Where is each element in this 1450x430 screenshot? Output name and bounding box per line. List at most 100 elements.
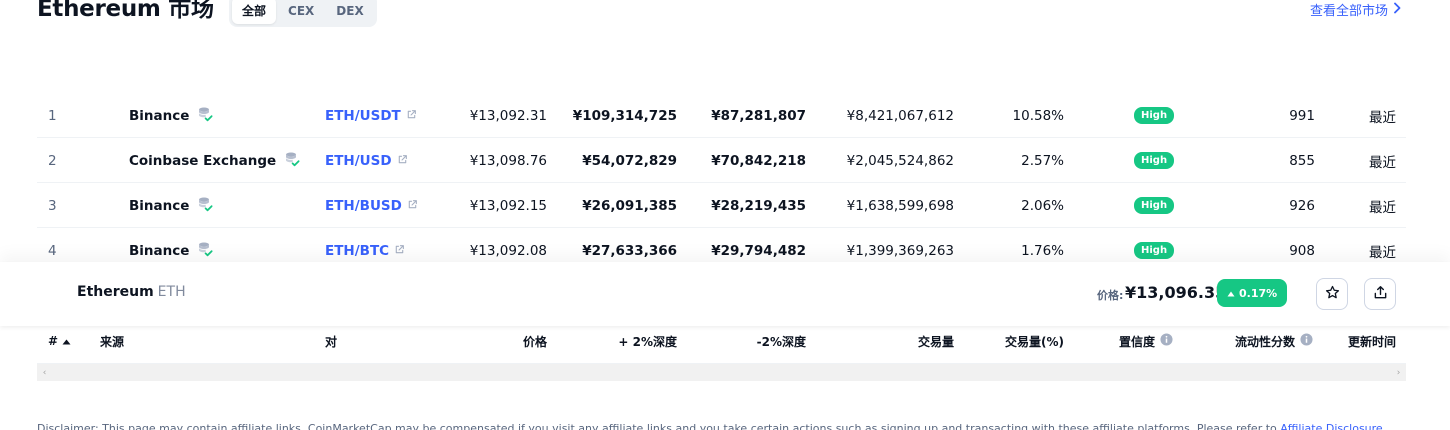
column-rank[interactable]: # [48,318,71,364]
external-link-icon [394,243,405,259]
markets-table-header: # 来源 对 价格 + 2%深度 -2%深度 交易量 交易量(%) 置信度 流动… [37,318,1406,364]
caret-up-icon [1227,287,1235,300]
volume-pct-cell: 10.58% [1012,107,1064,124]
share-button[interactable] [1364,278,1396,310]
pair-label: ETH/BTC [325,242,390,259]
disclaimer-text: Disclaimer: This page may contain affili… [37,422,1281,430]
column-rank-label: # [48,334,59,348]
coin-stack-verified-icon [284,151,300,171]
page-title: Ethereum 市场 [37,0,214,22]
info-icon[interactable] [1160,333,1173,349]
rank-cell: 1 [48,107,57,124]
tab-all[interactable]: 全部 [232,0,277,24]
coin-symbol: ETH [157,284,186,300]
rank-cell: 3 [48,197,57,214]
column-liquidity[interactable]: 流动性分数 [1235,318,1313,364]
price-label: 价格: [1097,289,1124,302]
external-link-icon [407,198,418,214]
table-row[interactable]: 2 Coinbase Exchange ETH/USD ¥13,098.76 ¥… [37,138,1406,183]
confidence-badge: High [1134,107,1175,124]
exchange-name: Coinbase Exchange [129,152,277,169]
market-type-tabs: 全部 CEX DEX [229,0,377,27]
volume-pct-cell: 2.06% [1021,197,1064,214]
sort-up-icon [62,334,71,348]
scroll-right-icon[interactable]: › [1391,364,1406,381]
confidence-cell: High [1134,93,1175,138]
column-depth-plus[interactable]: + 2%深度 [618,318,677,364]
column-confidence[interactable]: 置信度 [1119,318,1173,364]
source-cell[interactable]: Binance [129,93,213,138]
pair-label: ETH/BUSD [325,197,402,214]
column-volume-pct[interactable]: 交易量(%) [1005,318,1064,364]
confidence-cell: High [1134,138,1175,183]
source-cell[interactable]: Binance [129,183,213,228]
price-change-badge: 0.17% [1217,279,1288,307]
price-change-value: 0.17% [1239,286,1278,300]
watchlist-button[interactable] [1316,278,1348,310]
price-cell: ¥13,092.15 [469,197,547,214]
view-all-markets-link[interactable]: 查看全部市场 [1310,0,1402,19]
scroll-left-icon[interactable]: ‹ [37,364,52,381]
coin-stack-verified-icon [197,106,213,126]
pair-label: ETH/USDT [325,107,401,124]
rank-cell: 2 [48,152,57,169]
exchange-name: Binance [129,107,190,124]
price-cell: ¥13,092.31 [469,107,547,124]
pair-link[interactable]: ETH/USDT [325,93,417,138]
affiliate-disclosure-link[interactable]: Affiliate Disclosure [1280,422,1382,430]
column-liquidity-label: 流动性分数 [1234,334,1295,349]
liquidity-cell: 991 [1289,107,1315,124]
coin-stack-verified-icon [197,196,213,216]
table-horizontal-scrollbar[interactable]: ‹ › [37,364,1406,381]
source-cell[interactable]: Coinbase Exchange [129,138,300,183]
table-row[interactable]: 1 Binance ETH/USDT ¥13,092.31 ¥109,314,7… [37,93,1406,138]
column-depth-minus[interactable]: -2%深度 [757,318,806,364]
pair-link[interactable]: ETH/USD [325,138,408,183]
column-source[interactable]: 来源 [100,318,124,364]
updated-cell: 最近 [1369,154,1396,171]
depth-plus-cell: ¥109,314,725 [572,107,677,124]
pair-label: ETH/USD [325,152,392,169]
volume-cell: ¥2,045,524,862 [846,152,954,169]
column-price[interactable]: 价格 [523,318,547,364]
liquidity-cell: 926 [1289,197,1315,214]
updated-cell: 最近 [1369,199,1396,216]
chevron-right-icon [1392,2,1402,18]
tab-cex[interactable]: CEX [278,0,324,24]
coin-name: Ethereum [77,284,154,300]
depth-plus-cell: ¥54,072,829 [582,152,677,169]
confidence-badge: High [1134,152,1175,169]
volume-cell: ¥8,421,067,612 [846,107,954,124]
updated-cell: 最近 [1369,109,1396,126]
disclaimer: Disclaimer: This page may contain affili… [37,422,1383,430]
share-icon [1373,285,1388,304]
coin-stack-verified-icon [197,241,213,261]
coin-name-block: Ethereum ETH [77,284,186,300]
column-updated[interactable]: 更新时间 [1348,318,1396,364]
volume-pct-cell: 2.57% [1021,152,1064,169]
depth-minus-cell: ¥70,842,218 [711,152,806,169]
view-all-label: 查看全部市场 [1309,4,1388,19]
price-cell: ¥13,098.76 [469,152,547,169]
sticky-coin-bar: Ethereum ETH 价格: ¥13,096.35 0.17% [0,262,1450,326]
external-link-icon [397,153,408,169]
pair-link[interactable]: ETH/BUSD [325,183,418,228]
volume-cell: ¥1,638,599,698 [846,197,954,214]
depth-minus-cell: ¥87,281,807 [711,107,806,124]
confidence-badge: High [1134,197,1175,214]
column-volume[interactable]: 交易量 [918,318,954,364]
info-icon[interactable] [1300,333,1313,349]
star-icon [1325,285,1340,304]
column-pair[interactable]: 对 [325,318,337,364]
confidence-cell: High [1134,183,1175,228]
table-row[interactable]: 3 Binance ETH/BUSD ¥13,092.15 ¥26,091,38… [37,183,1406,228]
confidence-badge: High [1134,242,1175,259]
column-confidence-label: 置信度 [1118,334,1155,349]
coin-price: ¥13,096.35 [1125,283,1227,302]
exchange-name: Binance [129,197,190,214]
liquidity-cell: 855 [1289,152,1315,169]
external-link-icon [406,108,417,124]
depth-plus-cell: ¥26,091,385 [582,197,677,214]
depth-minus-cell: ¥28,219,435 [711,197,806,214]
tab-dex[interactable]: DEX [326,0,373,24]
